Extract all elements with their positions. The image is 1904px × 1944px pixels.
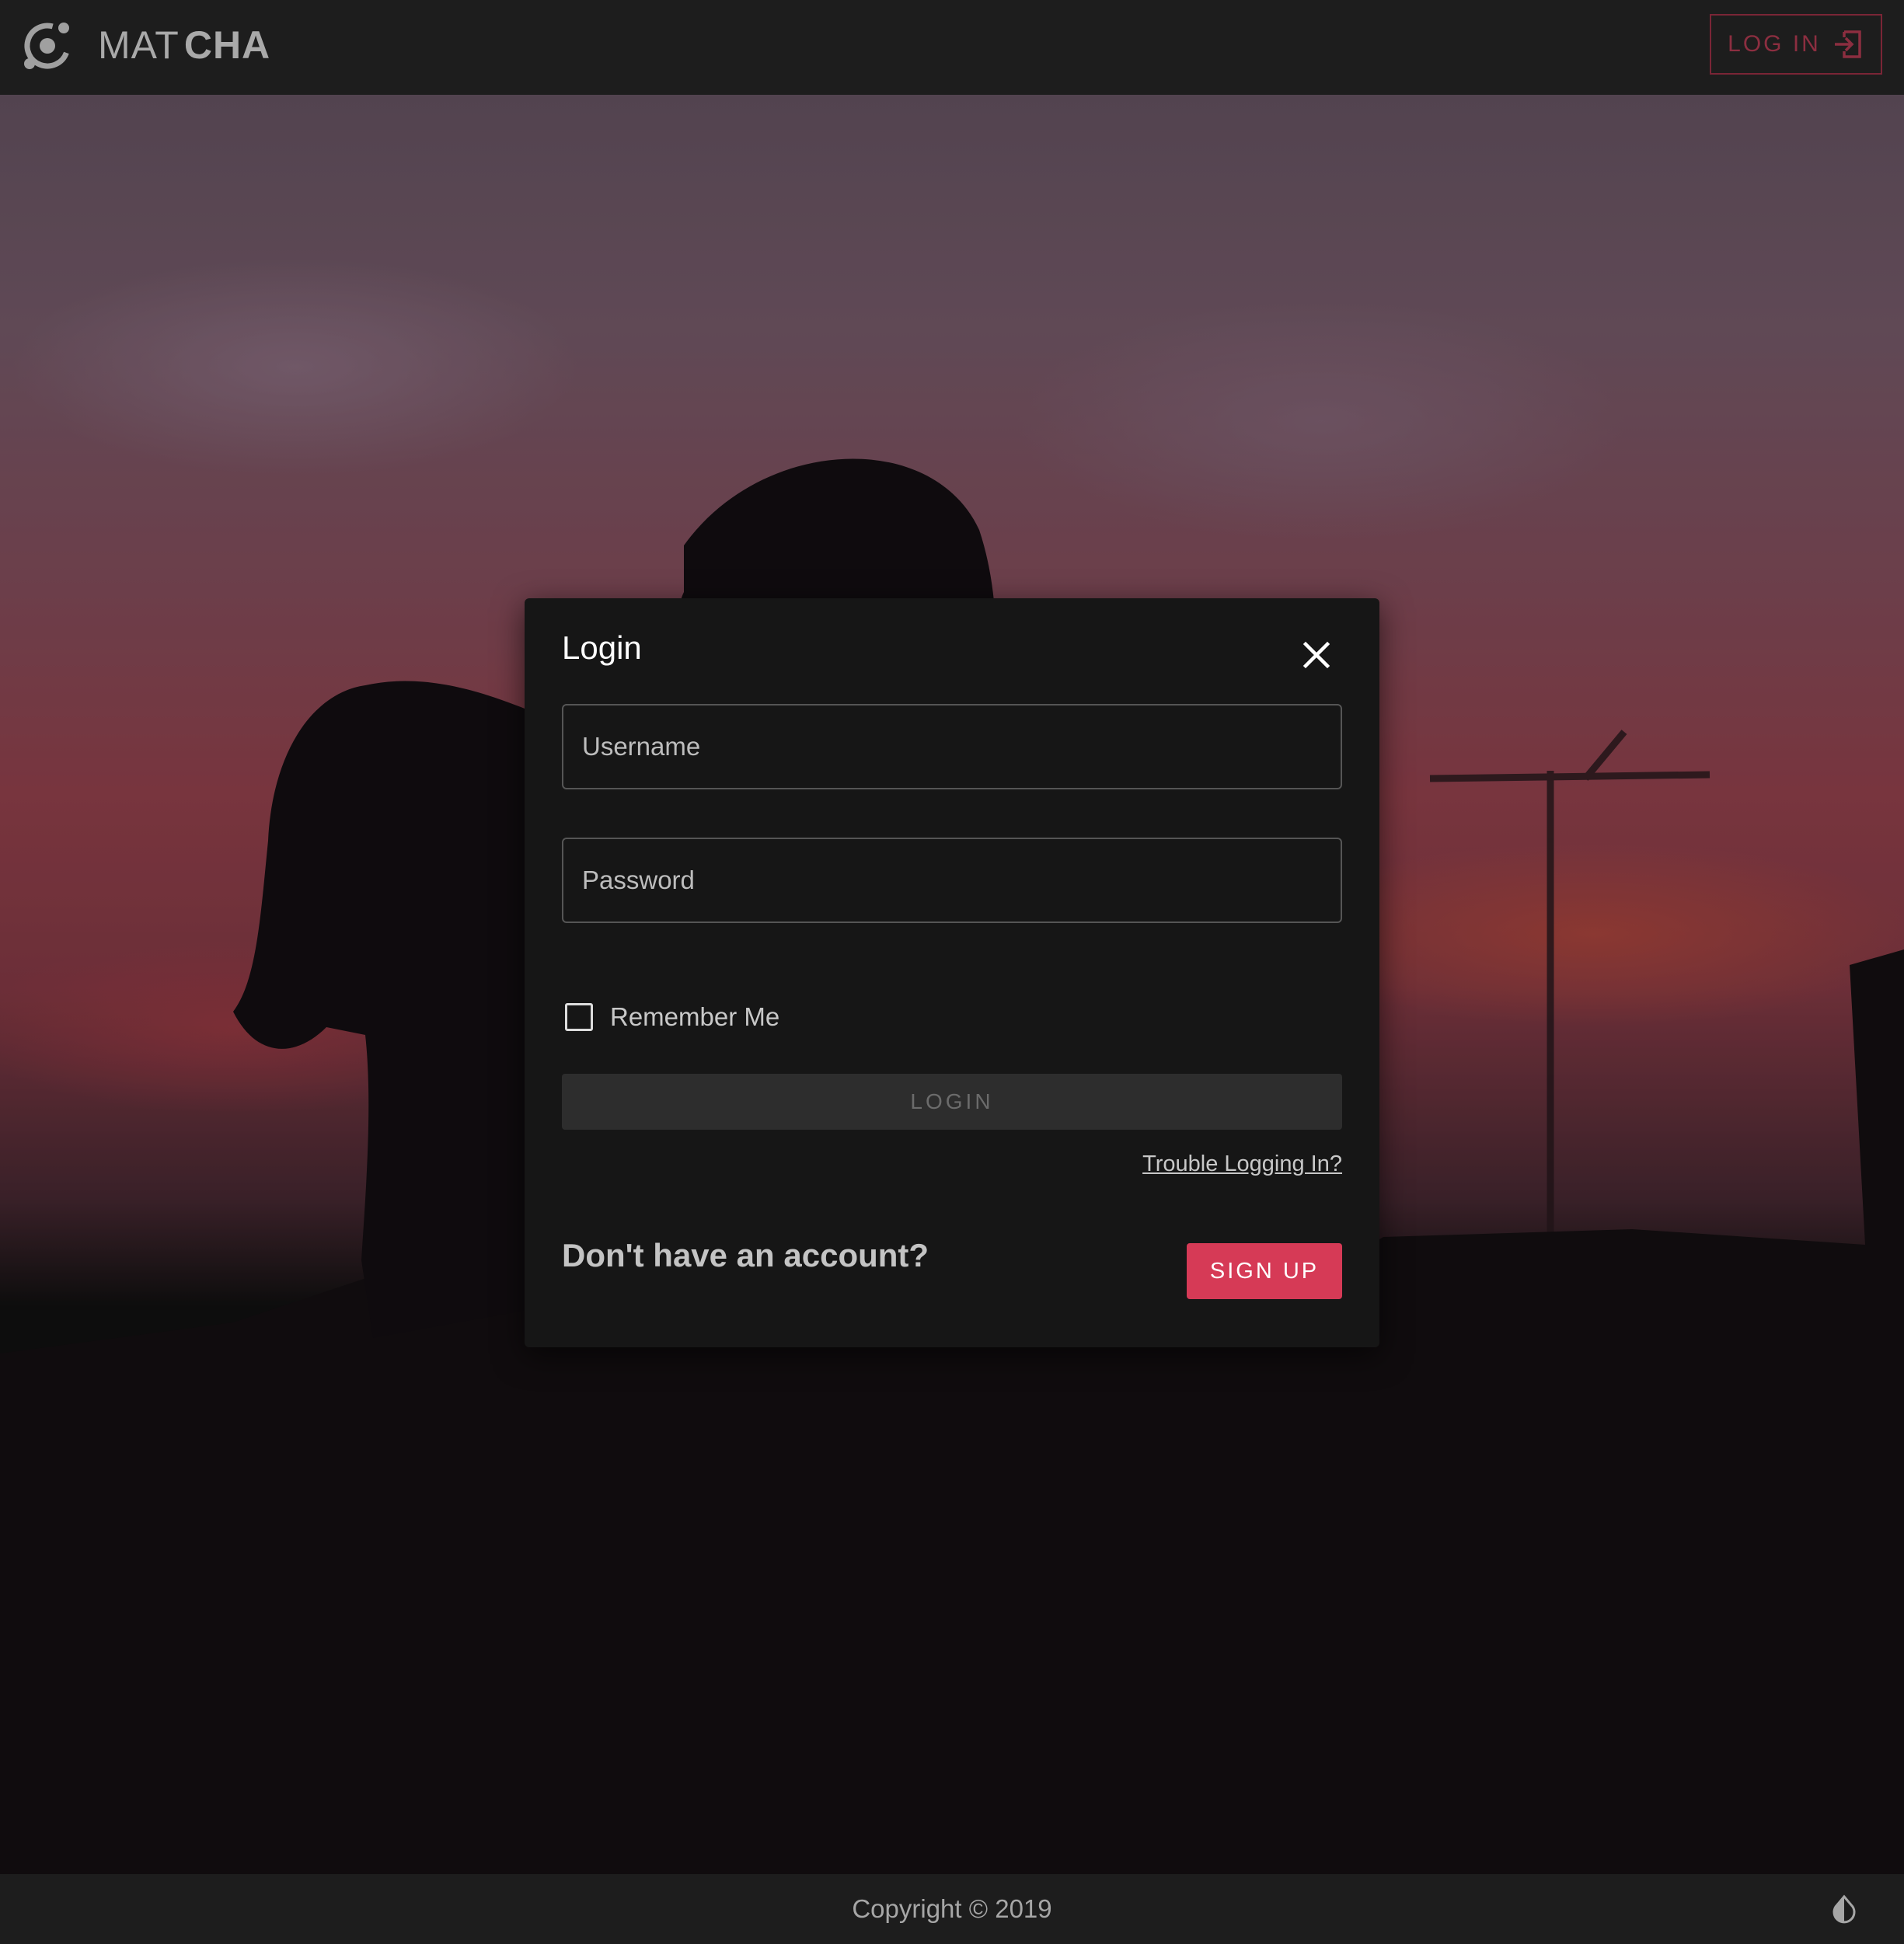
invert-colors-icon[interactable] <box>1829 1894 1859 1924</box>
password-input[interactable] <box>563 839 1341 921</box>
remember-me-checkbox[interactable]: Remember Me <box>565 1002 779 1032</box>
password-field <box>562 838 1342 923</box>
app-footer: Copyright © 2019 <box>0 1874 1904 1944</box>
login-dialog: Login Remember Me LOGIN Trouble Logging … <box>525 598 1379 1347</box>
header-login-label: LOG IN <box>1728 31 1821 57</box>
brand-bold: CHA <box>183 23 271 67</box>
checkbox-box[interactable] <box>565 1003 593 1031</box>
brand-name[interactable]: MAT CHA <box>98 20 270 70</box>
app-header: MAT CHA LOG IN <box>0 0 1904 95</box>
username-field <box>562 704 1342 789</box>
dialog-title: Login <box>562 629 642 666</box>
brand-light: MAT <box>98 23 180 67</box>
header-login-button[interactable]: LOG IN <box>1710 14 1882 75</box>
trouble-logging-in-link[interactable]: Trouble Logging In? <box>1109 1151 1342 1177</box>
sign-in-icon <box>1834 30 1861 58</box>
spinner-orbit-icon[interactable] <box>20 19 75 73</box>
remember-me-label: Remember Me <box>610 1002 780 1031</box>
login-submit-button[interactable]: LOGIN <box>562 1074 1342 1130</box>
sign-up-button[interactable]: SIGN UP <box>1187 1243 1342 1299</box>
no-account-text: Don't have an account? <box>562 1237 929 1273</box>
copyright-text: Copyright © 2019 <box>852 1894 1052 1923</box>
username-input[interactable] <box>563 705 1341 788</box>
close-icon[interactable] <box>1294 632 1339 678</box>
